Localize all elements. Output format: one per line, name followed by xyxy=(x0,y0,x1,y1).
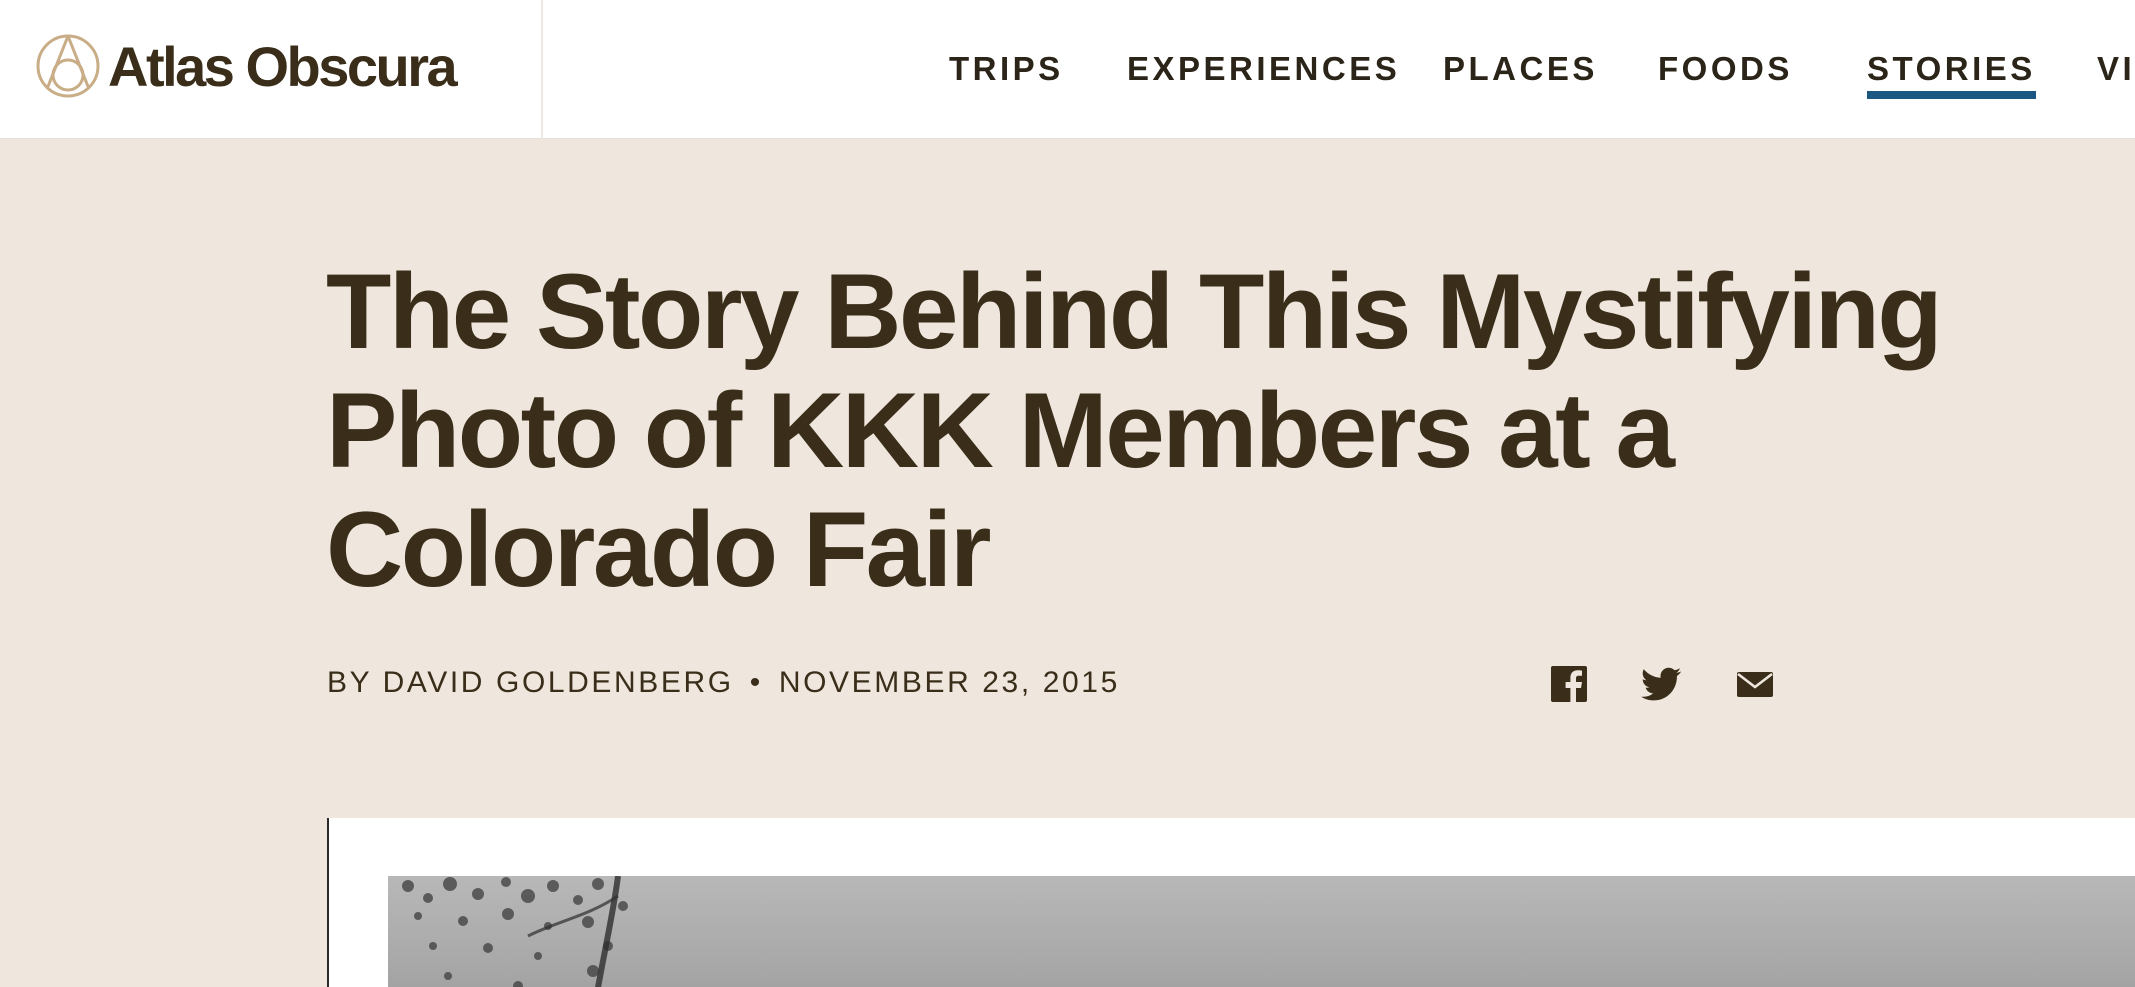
nav-item-foods[interactable]: FOODS xyxy=(1658,47,1793,91)
main-nav: TRIPS EXPERIENCES PLACES FOODS STORIES V… xyxy=(0,0,2135,139)
article-title: The Story Behind This Mystifying Photo o… xyxy=(326,251,1943,609)
author-link[interactable]: BY DAVID GOLDENBERG xyxy=(327,666,734,699)
nav-item-trips[interactable]: TRIPS xyxy=(949,47,1064,91)
byline-separator: • xyxy=(749,666,763,699)
publish-date: NOVEMBER 23, 2015 xyxy=(778,666,1120,699)
twitter-icon[interactable] xyxy=(1639,662,1683,706)
archival-photo xyxy=(388,876,2135,987)
nav-item-stories[interactable]: STORIES xyxy=(1867,47,2036,99)
nav-item-places[interactable]: PLACES xyxy=(1443,47,1598,91)
nav-item-experiences[interactable]: EXPERIENCES xyxy=(1127,47,1400,91)
tree-foliage-graphic xyxy=(402,876,628,987)
email-icon[interactable] xyxy=(1733,662,1777,706)
facebook-icon[interactable] xyxy=(1547,662,1591,706)
article-hero-image xyxy=(327,818,2135,987)
site-header: Atlas Obscura TRIPS EXPERIENCES PLACES F… xyxy=(0,0,2135,139)
article-byline: BY DAVID GOLDENBERG • NOVEMBER 23, 2015 xyxy=(327,663,1120,703)
nav-item-videos[interactable]: VI xyxy=(2097,47,2135,91)
